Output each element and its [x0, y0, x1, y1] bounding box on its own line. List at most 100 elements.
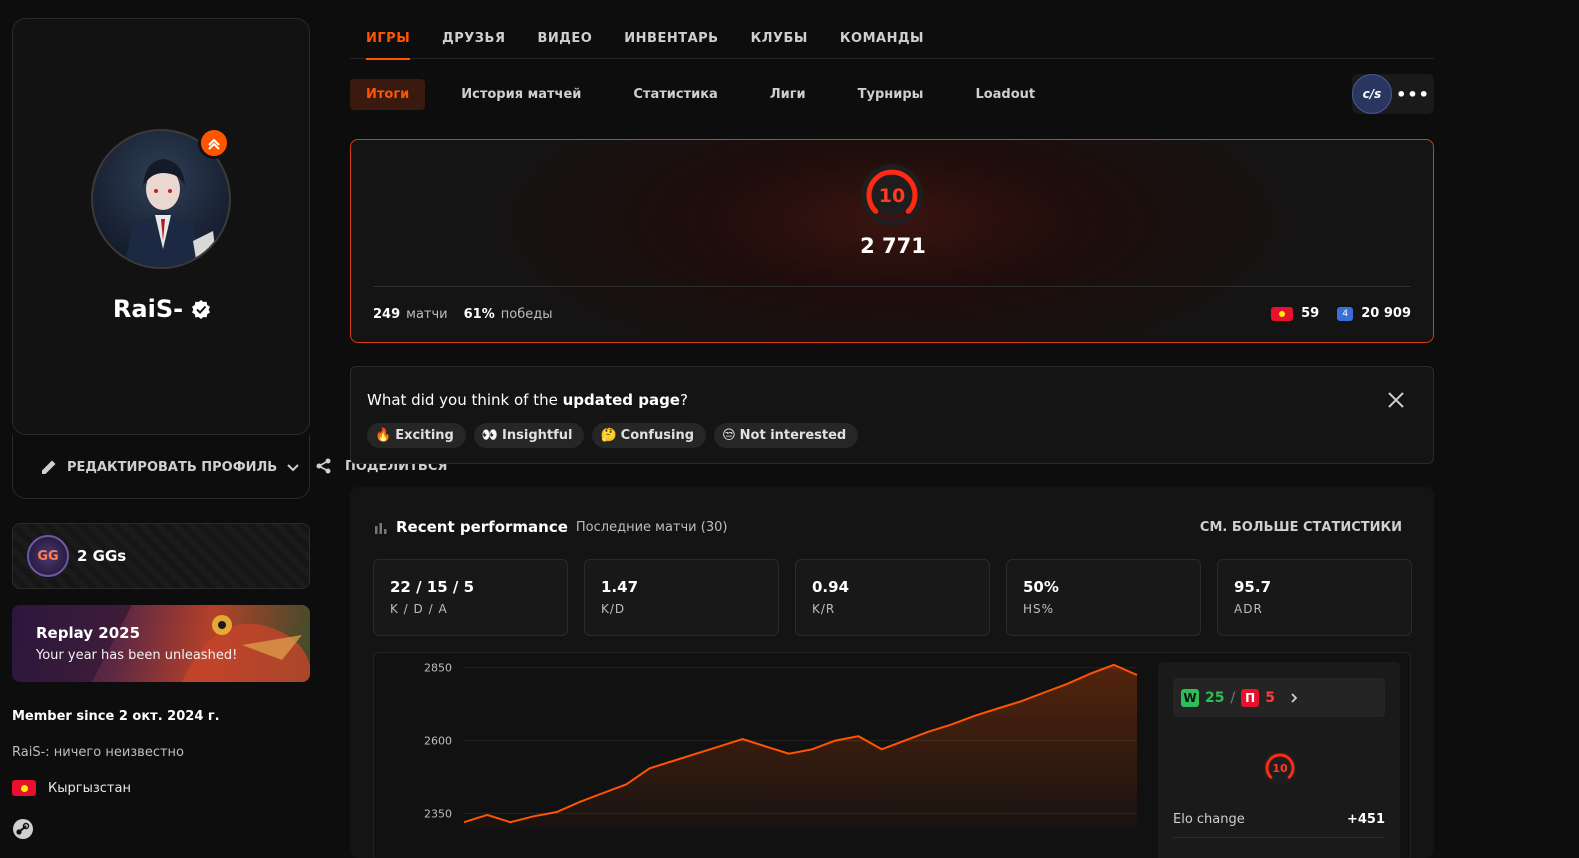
- elo-point[interactable]: [597, 787, 609, 799]
- elo-point[interactable]: [458, 816, 470, 828]
- feedback-card: What did you think of the updated page? …: [350, 366, 1434, 464]
- elo-point[interactable]: [1015, 695, 1027, 707]
- win-loss-panel: W 25 / П 5 10 Elo change +451: [1158, 662, 1400, 858]
- elo-point[interactable]: [1085, 668, 1097, 680]
- feedback-option-label: Confusing: [620, 428, 695, 443]
- member-since: Member since 2 окт. 2024 г.: [12, 709, 220, 724]
- loss-badge: П: [1241, 688, 1260, 707]
- stat-value: 1.47: [601, 578, 639, 596]
- elo-value: 2 771: [860, 234, 926, 258]
- elo-point[interactable]: [1038, 687, 1050, 699]
- wins-count: 25: [1205, 689, 1225, 706]
- elo-point[interactable]: [528, 810, 540, 822]
- elo-point[interactable]: [481, 809, 493, 821]
- elo-point[interactable]: [1108, 659, 1120, 671]
- elo-point[interactable]: [620, 778, 632, 790]
- elo-point[interactable]: [644, 762, 656, 774]
- subtab-tournaments[interactable]: Турниры: [842, 79, 940, 110]
- chevron-down-icon: [287, 464, 299, 472]
- y-tick-label: 2600: [424, 735, 452, 748]
- elo-point[interactable]: [1061, 678, 1073, 690]
- replay-card[interactable]: Replay 2025 Your year has been unleashed…: [12, 605, 310, 682]
- elo-point[interactable]: [899, 735, 911, 747]
- elo-point[interactable]: [992, 703, 1004, 715]
- elo-point[interactable]: [806, 743, 818, 755]
- thinking-face-icon: 🤔: [600, 428, 617, 443]
- performance-subtitle: Последние матчи (30): [575, 519, 728, 535]
- stat-kr: 0.94 K/R: [795, 559, 990, 636]
- replay-subtitle: Your year has been unleashed!: [36, 648, 238, 663]
- elo-point[interactable]: [1131, 669, 1143, 681]
- elo-area: [464, 664, 1137, 828]
- region-ranking[interactable]: 20 909: [1361, 306, 1411, 321]
- feedback-option-label: Not interested: [739, 428, 847, 443]
- tab-video[interactable]: ВИДЕО: [537, 26, 592, 59]
- elo-point[interactable]: [829, 735, 841, 747]
- country-ranking-flag-icon: [1271, 306, 1294, 321]
- tab-teams[interactable]: КОМАНДЫ: [840, 26, 924, 59]
- unamused-face-icon: 😒: [722, 428, 736, 443]
- subtab-loadout[interactable]: Loadout: [959, 79, 1051, 110]
- stat-value: 50%: [1023, 578, 1059, 596]
- elo-point[interactable]: [760, 740, 772, 752]
- stat-boxes: 22 / 15 / 5 K / D / A 1.47 K/D 0.94 K/R …: [373, 559, 1412, 636]
- country-ranking[interactable]: 59: [1301, 306, 1319, 321]
- verified-icon: [192, 300, 211, 319]
- matches-label: матчи: [406, 307, 448, 322]
- winrate-label: победы: [500, 307, 553, 322]
- stat-value: 95.7: [1234, 578, 1272, 596]
- elo-point[interactable]: [969, 710, 981, 722]
- skill-level-10-small-icon: 10: [1263, 751, 1297, 785]
- elo-change-value: +451: [1346, 812, 1385, 827]
- elo-point[interactable]: [922, 726, 934, 738]
- y-tick-label: 2850: [424, 662, 452, 675]
- elo-point[interactable]: [504, 816, 516, 828]
- subtab-leagues[interactable]: Лиги: [754, 79, 822, 110]
- stat-hs: 50% HS%: [1006, 559, 1201, 636]
- elo-point[interactable]: [713, 740, 725, 752]
- elo-point[interactable]: [853, 730, 865, 742]
- feedback-option-label: Exciting: [395, 428, 454, 443]
- performance-card: Recent performance Последние матчи (30) …: [350, 487, 1434, 858]
- stat-label: HS%: [1023, 602, 1055, 616]
- losses-count: 5: [1265, 689, 1275, 706]
- tab-friends[interactable]: ДРУЗЬЯ: [442, 26, 505, 59]
- elo-point[interactable]: [783, 748, 795, 760]
- feedback-question-suffix: ?: [679, 391, 688, 409]
- steam-icon[interactable]: [12, 818, 34, 840]
- feedback-option-insightful[interactable]: 👀 Insightful: [473, 423, 585, 448]
- elo-point[interactable]: [667, 755, 679, 767]
- elo-point[interactable]: [551, 806, 563, 818]
- feedback-option-not-interested[interactable]: 😒 Not interested: [714, 423, 859, 448]
- gg-card[interactable]: GG 2 GGs: [12, 523, 310, 589]
- replay-artwork: [12, 605, 310, 682]
- win-loss-row[interactable]: W 25 / П 5: [1173, 678, 1385, 717]
- stat-label: ADR: [1234, 602, 1263, 616]
- elo-point[interactable]: [574, 796, 586, 808]
- stat-label: K/D: [601, 602, 626, 616]
- subtab-match-history[interactable]: История матчей: [445, 79, 597, 110]
- rank-badge-icon: [198, 127, 230, 159]
- feedback-option-confusing[interactable]: 🤔 Confusing: [592, 423, 707, 448]
- feedback-question-bold: updated page: [562, 391, 680, 409]
- see-more-stats-link[interactable]: СМ. БОЛЬШЕ СТАТИСТИКИ: [1200, 520, 1402, 535]
- more-options-icon[interactable]: •••: [1392, 85, 1434, 104]
- close-icon[interactable]: [1387, 391, 1405, 409]
- elo-point[interactable]: [945, 719, 957, 731]
- gg-count: 2 GGs: [77, 547, 127, 565]
- tab-inventory[interactable]: ИНВЕНТАРЬ: [624, 26, 718, 59]
- elo-point[interactable]: [876, 743, 888, 755]
- tab-games[interactable]: ИГРЫ: [366, 26, 411, 60]
- elo-point[interactable]: [690, 748, 702, 760]
- top-nav: ИГРЫ ДРУЗЬЯ ВИДЕО ИНВЕНТАРЬ КЛУБЫ КОМАНД…: [350, 26, 1434, 60]
- feedback-option-label: Insightful: [502, 428, 573, 443]
- subtab-overview[interactable]: Итоги: [350, 79, 426, 110]
- edit-profile-button[interactable]: РЕДАКТИРОВАТЬ ПРОФИЛЬ: [39, 457, 301, 477]
- elo-point[interactable]: [736, 733, 748, 745]
- cs2-game-icon[interactable]: c/s: [1352, 74, 1392, 114]
- tab-clubs[interactable]: КЛУБЫ: [751, 26, 808, 59]
- share-icon: [316, 458, 331, 474]
- subtab-statistics[interactable]: Статистика: [617, 79, 733, 110]
- feedback-option-exciting[interactable]: 🔥 Exciting: [367, 423, 466, 448]
- stat-label: K / D / A: [390, 602, 448, 616]
